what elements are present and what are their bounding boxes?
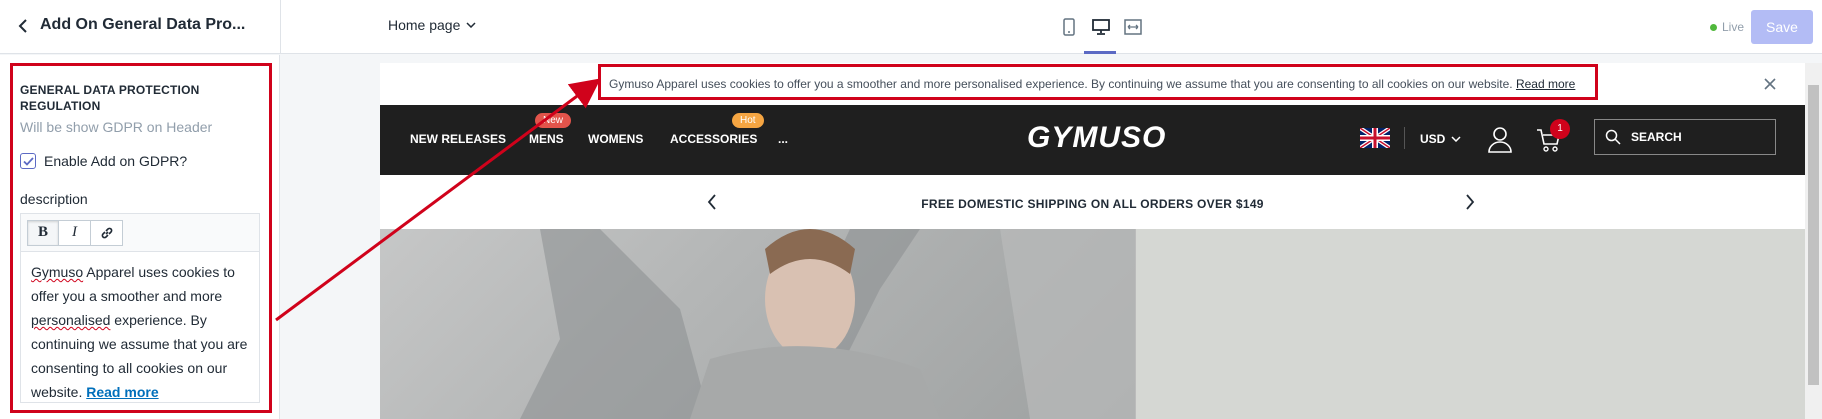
annotation-arrow <box>275 78 601 322</box>
